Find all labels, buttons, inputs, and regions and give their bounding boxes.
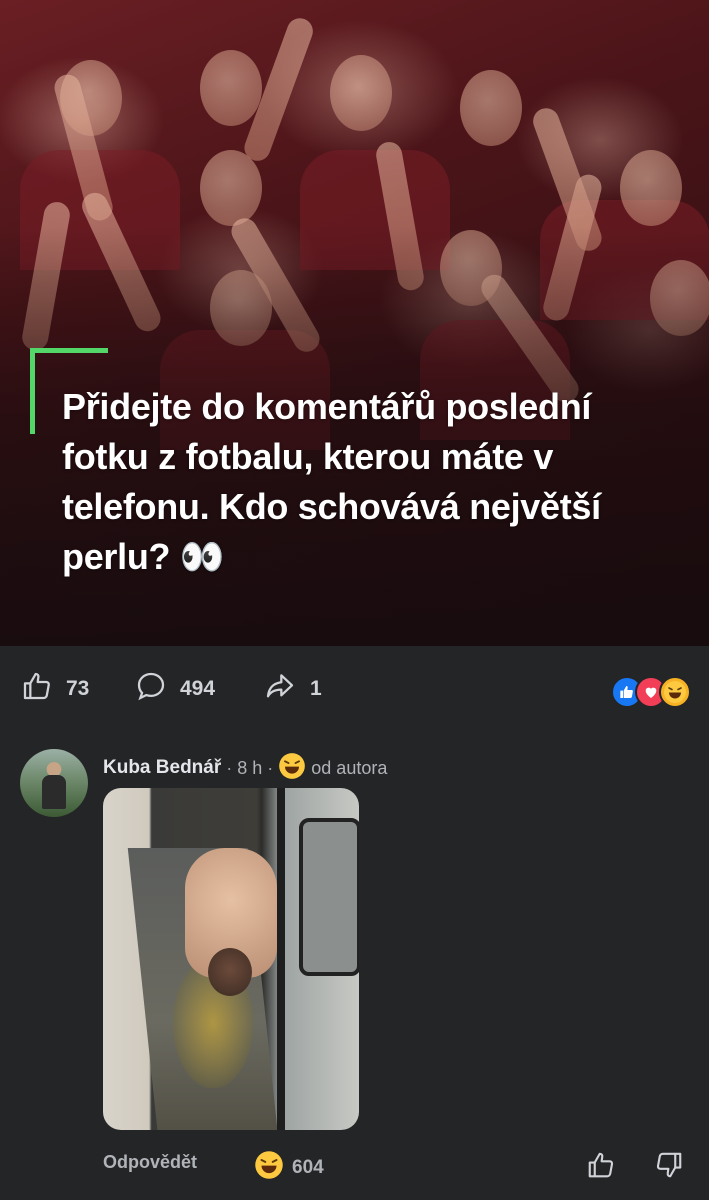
comment-time[interactable]: 8 h xyxy=(237,758,262,779)
post-image[interactable]: Přidejte do komentářů poslední fotku z f… xyxy=(0,0,709,646)
post-caption: Přidejte do komentářů poslední fotku z f… xyxy=(62,386,601,577)
comment-meta: Kuba Bednář · 8 h · od autora xyxy=(103,750,387,786)
comment-actions: Odpovědět 604 xyxy=(0,1140,709,1190)
share-count: 1 xyxy=(310,677,322,700)
comment-count: 494 xyxy=(180,677,216,700)
post-page: Přidejte do komentářů poslední fotku z f… xyxy=(0,0,709,1200)
share-stat-button[interactable]: 1 xyxy=(262,646,322,732)
share-arrow-icon xyxy=(262,670,310,708)
meta-separator-2: · xyxy=(267,757,274,778)
haha-reaction-icon xyxy=(254,1150,284,1185)
like-count: 73 xyxy=(66,677,90,700)
reaction-summary[interactable] xyxy=(611,676,691,708)
author-badge: od autora xyxy=(311,757,388,778)
commenter-name[interactable]: Kuba Bednář xyxy=(103,757,221,779)
laughing-emoji-icon xyxy=(278,752,306,785)
post-stats-bar: 73 494 1 xyxy=(0,646,709,732)
reply-button[interactable]: Odpovědět xyxy=(103,1152,197,1173)
thumbs-up-icon xyxy=(20,670,66,708)
like-stat-button[interactable]: 73 xyxy=(20,646,89,732)
commenter-avatar[interactable] xyxy=(20,749,88,817)
meta-separator: · xyxy=(226,757,233,778)
haha-reaction-icon xyxy=(659,676,691,708)
comment-bubble-icon xyxy=(134,670,180,708)
comment-stat-button[interactable]: 494 xyxy=(134,646,215,732)
comment-reaction-count[interactable]: 604 xyxy=(254,1150,324,1185)
reaction-count: 604 xyxy=(292,1156,324,1178)
upvote-thumb-icon[interactable] xyxy=(586,1150,616,1185)
downvote-thumb-icon[interactable] xyxy=(654,1150,684,1185)
comment-photo[interactable] xyxy=(103,788,359,1130)
